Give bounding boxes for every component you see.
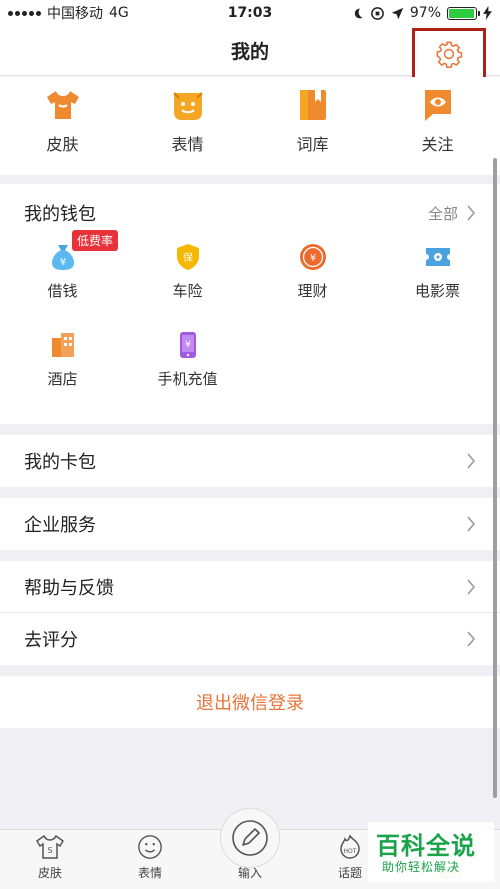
settings-button[interactable] (412, 28, 486, 80)
skin-label: 皮肤 (46, 135, 79, 154)
chevron-right-icon (467, 205, 476, 221)
wallet-item-hotel[interactable]: 酒店 (0, 330, 125, 418)
wallet-item-finance[interactable]: ¥ 理财 (250, 242, 375, 330)
wallet-item-label: 酒店 (47, 370, 78, 388)
wallet-item-movie[interactable]: 电影票 (375, 242, 500, 330)
wallet-item-label: 理财 (297, 282, 328, 300)
wallet-item-label: 手机充值 (157, 370, 218, 388)
wallet-all-link[interactable]: 全部 (428, 203, 476, 224)
battery-percent: 97% (409, 5, 441, 21)
tab-emoji[interactable]: 表情 (100, 830, 200, 889)
location-arrow-icon (391, 7, 404, 19)
network-label: 4G (109, 5, 129, 21)
rotation-lock-icon (371, 6, 384, 20)
enterprise-service-row[interactable]: 企业服务 (0, 498, 500, 550)
shirt-icon (46, 91, 79, 119)
help-feedback-row[interactable]: 帮助与反馈 (0, 561, 500, 613)
tab-label: 表情 (137, 866, 162, 880)
insurance-shield-icon: 保 (176, 244, 199, 270)
watermark-subtitle: 助你轻松解决 (382, 860, 461, 874)
wallet-item-phone-recharge[interactable]: ¥ 手机充值 (125, 330, 250, 418)
wallet-card: 我的钱包 全部 低费率 ¥ 借钱 保 车险 ¥ 理财 电影票 酒店 ¥ 手机充值 (0, 184, 500, 424)
row-label: 企业服务 (24, 515, 96, 536)
moon-icon (354, 8, 363, 18)
chevron-right-icon (467, 453, 476, 469)
hotel-icon (51, 333, 74, 357)
list-group-cards: 我的卡包 (0, 435, 500, 487)
wallet-item-label: 借钱 (47, 282, 78, 300)
tab-label: 话题 (337, 866, 362, 880)
card-wallet-row[interactable]: 我的卡包 (0, 435, 500, 487)
lexicon-entry[interactable]: 词库 (250, 77, 375, 175)
chevron-right-icon (467, 631, 476, 647)
skin-entry[interactable]: 皮肤 (0, 77, 125, 175)
wallet-item-car-insurance[interactable]: 保 车险 (125, 242, 250, 330)
follow-entry[interactable]: 关注 (375, 77, 500, 175)
follow-label: 关注 (421, 135, 454, 154)
wallet-title: 我的钱包 (24, 204, 96, 225)
list-group-help: 帮助与反馈 去评分 (0, 561, 500, 665)
svg-text:¥: ¥ (309, 253, 315, 264)
book-icon (299, 90, 326, 120)
watermark-title: 百科全说 (376, 832, 476, 860)
svg-text:¥: ¥ (185, 340, 191, 350)
smiley-icon (172, 92, 203, 120)
battery-icon (447, 6, 480, 20)
charging-bolt-icon (483, 6, 492, 20)
smiley-outline-icon (138, 835, 162, 859)
chevron-right-icon (467, 578, 476, 595)
scrollbar[interactable] (493, 158, 497, 798)
wallet-item-label: 车险 (172, 282, 203, 300)
svg-text:S: S (47, 846, 52, 855)
logout-button[interactable]: 退出微信登录 (0, 676, 500, 728)
pencil-icon (232, 820, 268, 856)
carrier-label: 中国移动 (47, 6, 103, 22)
gear-icon (436, 41, 463, 68)
wallet-item-label: 电影票 (414, 282, 460, 300)
svg-text:¥: ¥ (59, 257, 65, 268)
svg-text:HOT: HOT (344, 848, 357, 855)
movie-ticket-icon (425, 248, 450, 266)
low-rate-badge: 低费率 (72, 230, 119, 251)
row-label: 我的卡包 (24, 452, 96, 473)
watermark-logo: 百科全说 助你轻松解决 (368, 822, 494, 882)
tab-label: 皮肤 (37, 866, 62, 880)
row-label: 帮助与反馈 (24, 577, 114, 599)
list-group-enterprise: 企业服务 (0, 498, 500, 550)
lexicon-label: 词库 (296, 135, 329, 154)
emoji-label: 表情 (171, 135, 204, 154)
signal-icon (8, 10, 41, 16)
rate-app-row[interactable]: 去评分 (0, 613, 500, 665)
svg-text:保: 保 (183, 251, 193, 264)
status-bar: 中国移动 4G 17:03 97% (0, 0, 500, 26)
wallet-item-loan[interactable]: 低费率 ¥ 借钱 (0, 230, 125, 330)
nav-bar: 我的 (0, 26, 500, 80)
row-label: 去评分 (24, 630, 78, 651)
tab-skin[interactable]: S 皮肤 (0, 830, 100, 889)
input-center-button[interactable] (220, 808, 280, 868)
hot-topic-icon: HOT (340, 834, 360, 859)
feature-grid: 皮肤 表情 词库 关注 (0, 77, 500, 175)
emoji-entry[interactable]: 表情 (125, 77, 250, 175)
page-title: 我的 (230, 41, 269, 63)
shirt-outline-icon: S (36, 834, 64, 859)
phone-recharge-icon: ¥ (179, 332, 196, 358)
wallet-all-label: 全部 (427, 204, 458, 223)
yuan-coin-icon: ¥ (299, 244, 326, 270)
eye-icon (424, 90, 451, 121)
chevron-right-icon (467, 516, 476, 532)
